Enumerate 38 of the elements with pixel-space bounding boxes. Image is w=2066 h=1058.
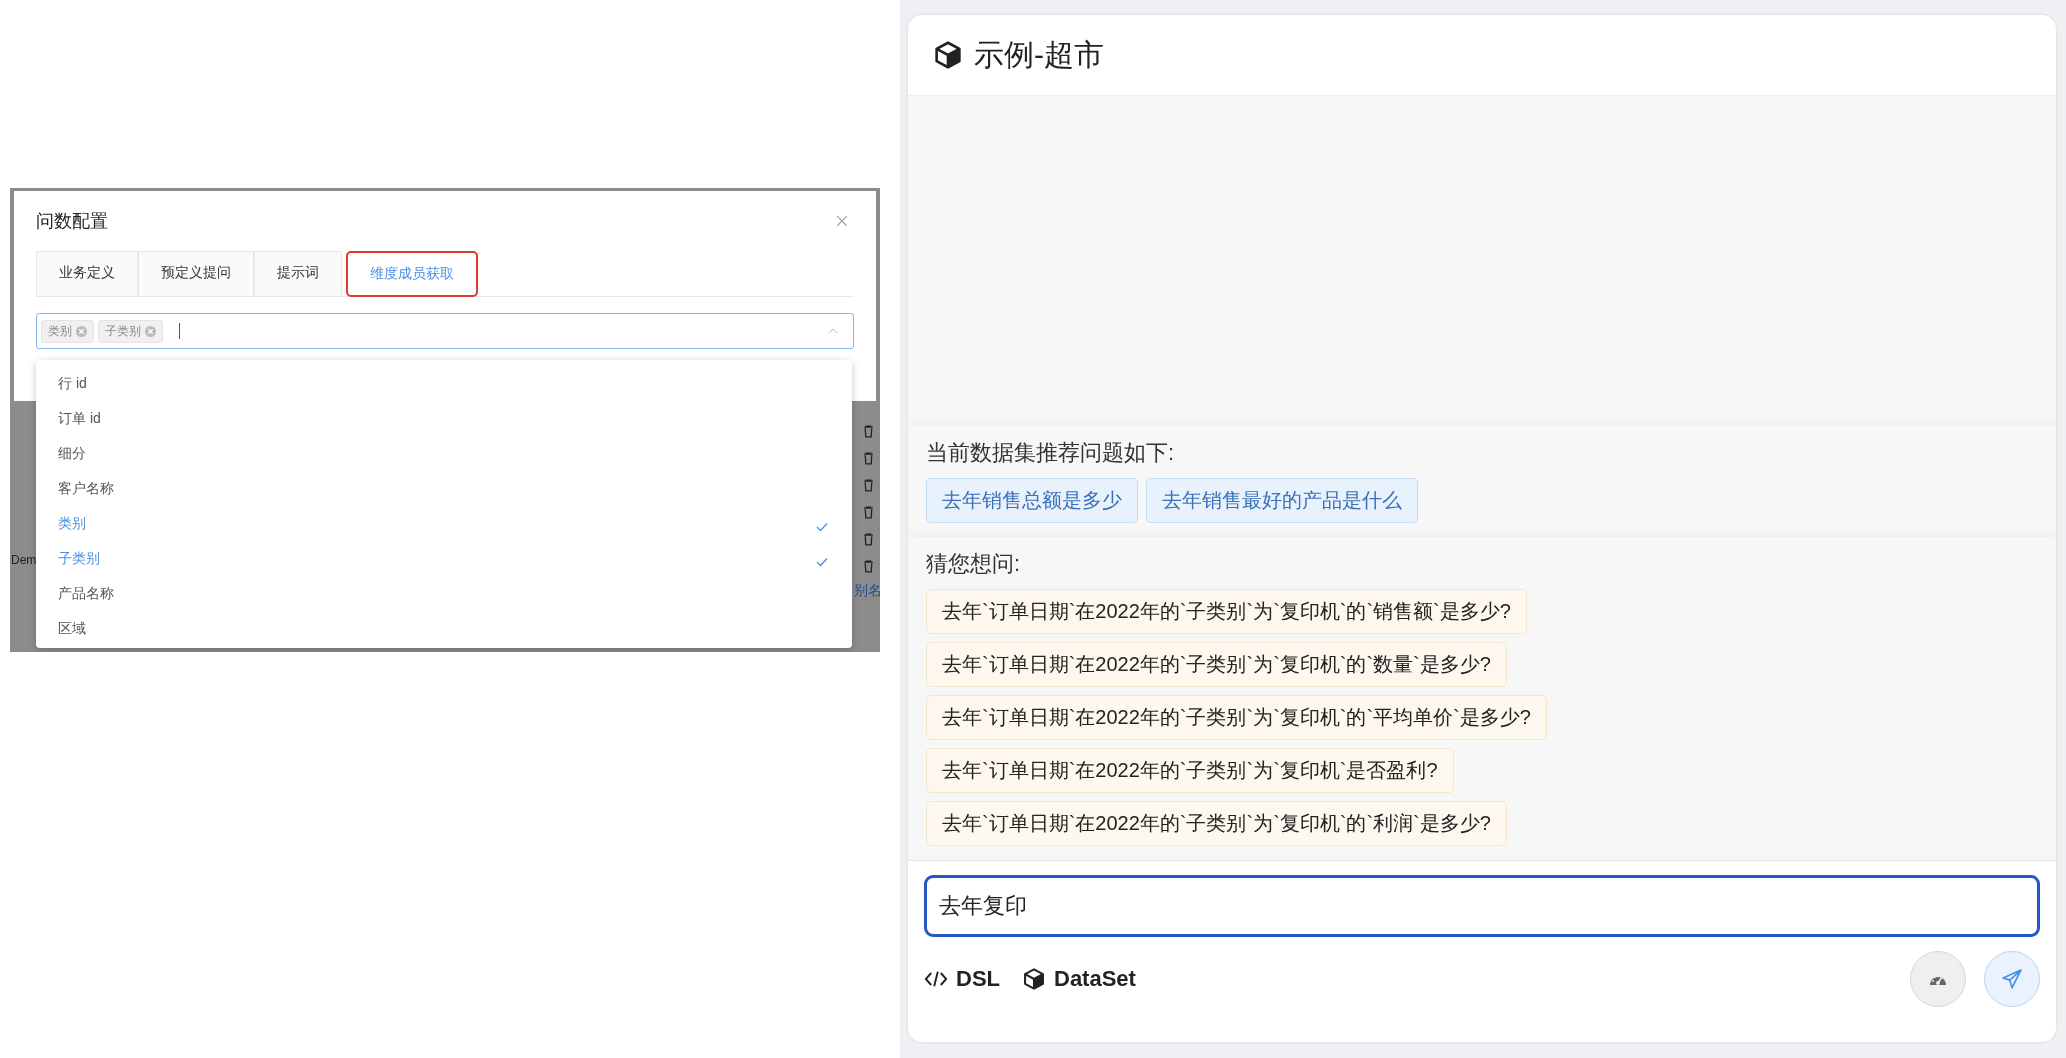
trash-icon[interactable] — [863, 506, 874, 519]
toolbar-button[interactable]: DSL — [924, 966, 1000, 992]
send-icon — [2002, 969, 2022, 989]
background-text: 别名 — [854, 582, 880, 600]
question-chip[interactable]: 去年销售最好的产品是什么 — [1146, 478, 1418, 523]
trash-icon[interactable] — [863, 425, 874, 438]
dropdown-option[interactable]: 客户名称 — [36, 471, 852, 506]
trash-icon[interactable] — [863, 560, 874, 573]
toolbar-button[interactable]: DataSet — [1022, 966, 1136, 992]
dialog-title: 问数配置 — [36, 210, 108, 233]
tab[interactable]: 预定义提问 — [138, 251, 254, 296]
tab[interactable]: 提示词 — [254, 251, 342, 296]
dropdown-option[interactable]: 细分 — [36, 436, 852, 471]
tab[interactable]: 业务定义 — [36, 251, 138, 296]
question-chip[interactable]: 去年`订单日期`在2022年的`子类别`为`复印机`的`数量`是多少? — [926, 642, 1507, 687]
gauge-button[interactable] — [1910, 951, 1966, 1007]
trash-icon[interactable] — [863, 533, 874, 546]
send-button[interactable] — [1984, 951, 2040, 1007]
question-chip[interactable]: 去年销售总额是多少 — [926, 478, 1138, 523]
dropdown-option[interactable]: 产品名称 — [36, 576, 852, 611]
question-chip[interactable]: 去年`订单日期`在2022年的`子类别`为`复印机`是否盈利? — [926, 748, 1454, 793]
dropdown-option[interactable]: 行 id — [36, 366, 852, 401]
dropdown-option[interactable]: 区域 — [36, 611, 852, 646]
dropdown-option[interactable]: 订单 id — [36, 401, 852, 436]
question-chip[interactable]: 去年`订单日期`在2022年的`子类别`为`复印机`的`销售额`是多少? — [926, 589, 1527, 634]
question-chip[interactable]: 去年`订单日期`在2022年的`子类别`为`复印机`的`平均单价`是多少? — [926, 695, 1547, 740]
text-cursor — [179, 323, 180, 339]
chat-title: 示例-超市 — [974, 36, 1104, 73]
cube-icon — [1022, 968, 1046, 990]
section-heading: 当前数据集推荐问题如下: — [926, 439, 1176, 467]
trash-icon[interactable] — [863, 452, 874, 465]
section-heading: 猜您想问: — [926, 550, 1022, 578]
background-text: Dem — [11, 553, 37, 567]
question-chip[interactable]: 去年`订单日期`在2022年的`子类别`为`复印机`的`利润`是多少? — [926, 801, 1507, 846]
cube-icon — [934, 41, 962, 69]
trash-icon[interactable] — [863, 479, 874, 492]
chat-input[interactable]: 去年复印 — [924, 875, 2040, 937]
close-icon[interactable] — [836, 215, 848, 227]
